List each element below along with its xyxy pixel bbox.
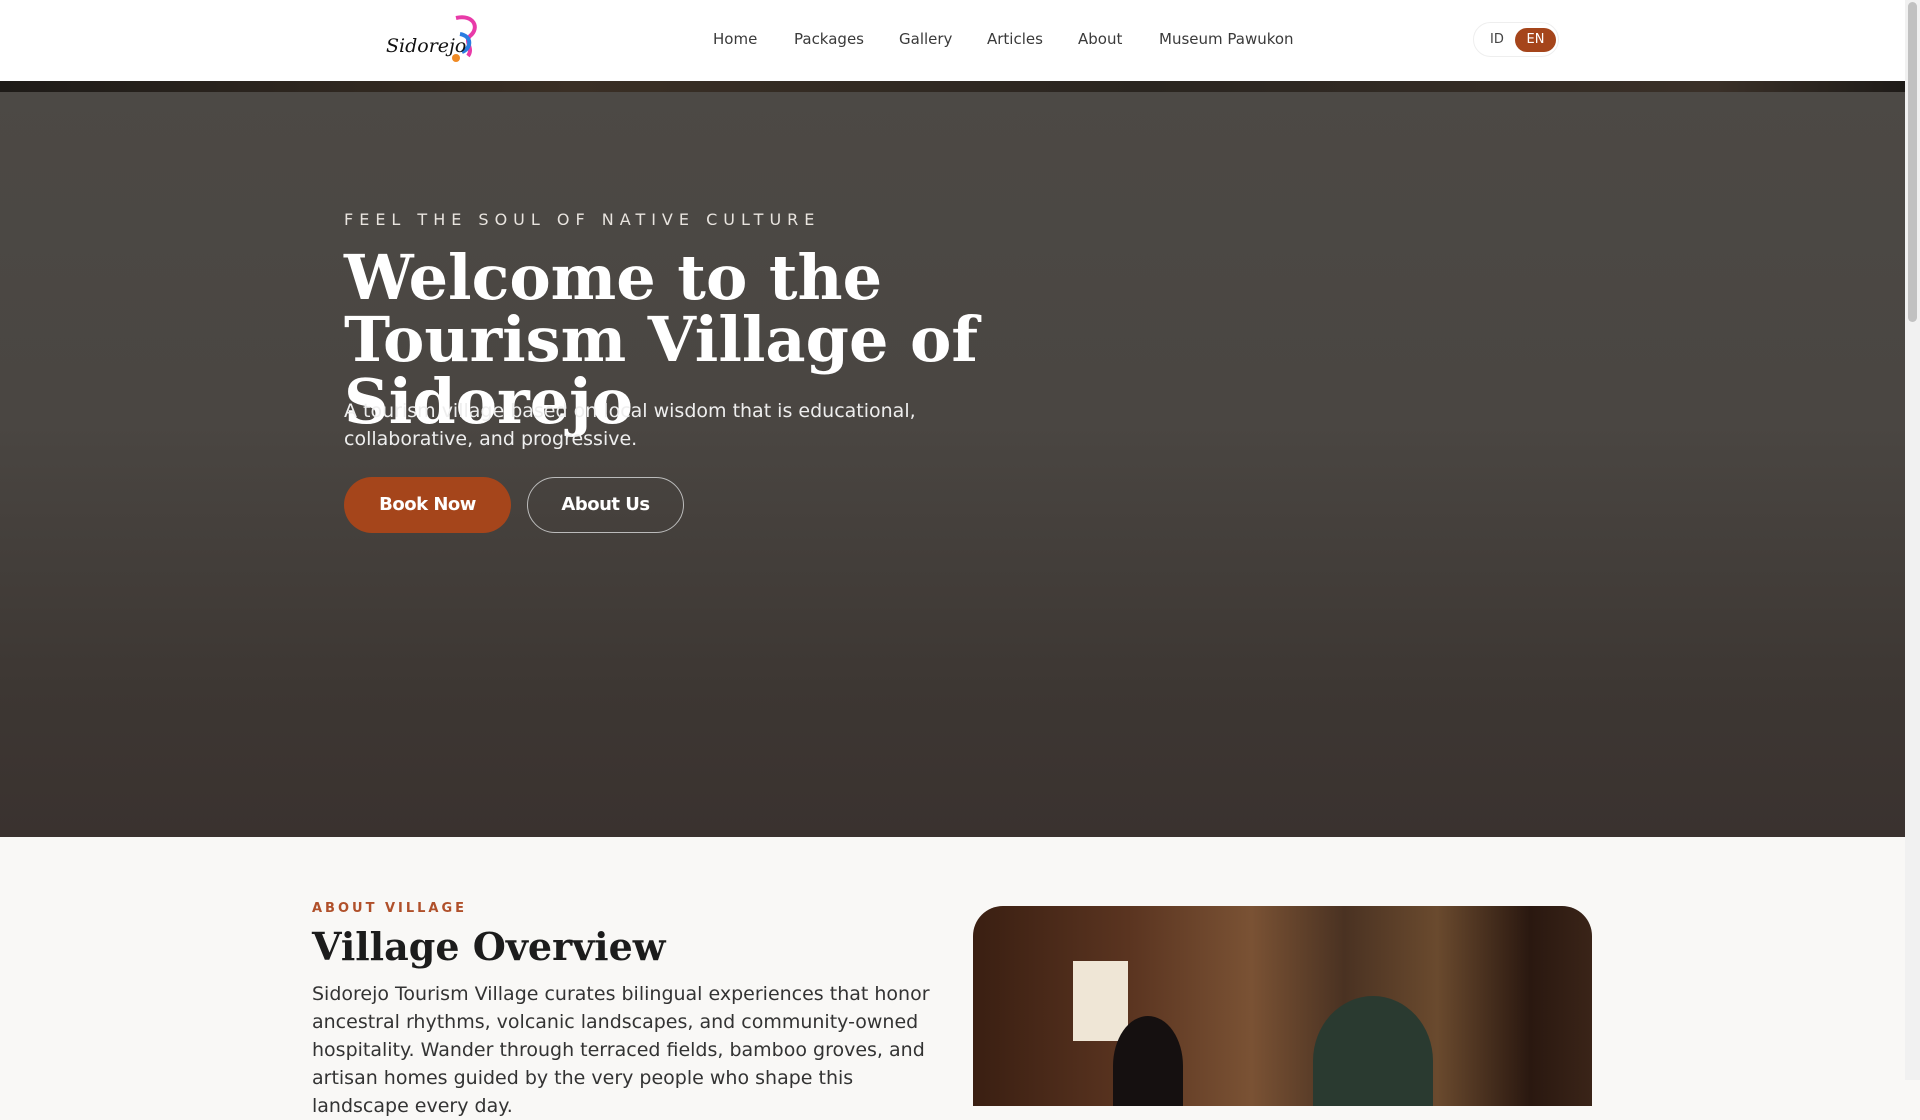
language-toggle: ID EN (1473, 22, 1559, 57)
nav-home[interactable]: Home (713, 30, 757, 48)
site-header: Sidorejo Home Packages Gallery Articles … (0, 0, 1905, 81)
scrollbar[interactable] (1905, 0, 1920, 1080)
section-title: Village Overview (312, 924, 666, 969)
about-us-button[interactable]: About Us (527, 477, 684, 533)
section-text: Sidorejo Tourism Village curates bilingu… (312, 983, 930, 1117)
nav-museum-pawukon[interactable]: Museum Pawukon (1159, 30, 1294, 48)
section-label: ABOUT VILLAGE (312, 901, 468, 916)
nav-about[interactable]: About (1078, 30, 1122, 48)
hero-eyebrow: FEEL THE SOUL OF NATIVE CULTURE (344, 210, 821, 229)
logo[interactable]: Sidorejo (384, 14, 484, 66)
nav-articles[interactable]: Articles (987, 30, 1043, 48)
book-now-button[interactable]: Book Now (344, 477, 511, 533)
scrollbar-thumb[interactable] (1908, 2, 1917, 322)
hero-description: A tourism village based on local wisdom … (344, 400, 916, 450)
hero-background-image (0, 81, 1905, 92)
nav-packages[interactable]: Packages (794, 30, 864, 48)
nav-gallery[interactable]: Gallery (899, 30, 952, 48)
svg-text:Sidorejo: Sidorejo (386, 35, 466, 57)
lang-id-button[interactable]: ID (1490, 32, 1504, 47)
hero-section: FEEL THE SOUL OF NATIVE CULTURE Welcome … (0, 81, 1905, 837)
lang-en-button[interactable]: EN (1515, 28, 1556, 52)
village-photo (973, 906, 1592, 1106)
